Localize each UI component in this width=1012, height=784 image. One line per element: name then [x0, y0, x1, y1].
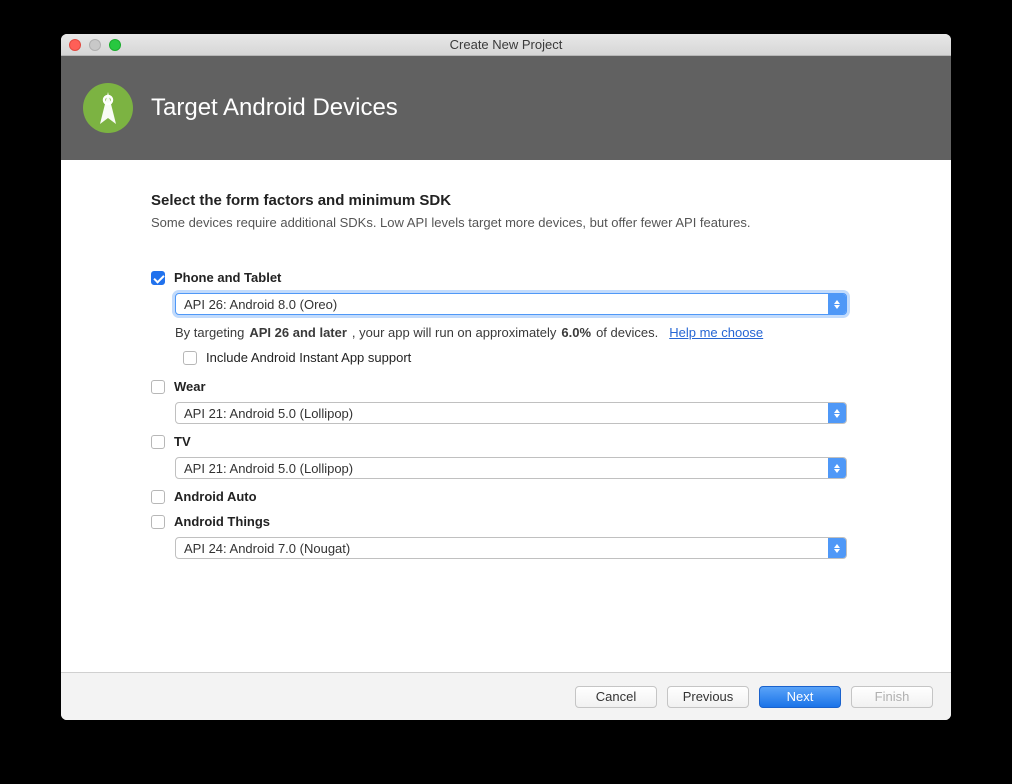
- info-text-suffix: of devices.: [596, 325, 658, 340]
- label-things: Android Things: [174, 514, 270, 529]
- select-value: API 24: Android 7.0 (Nougat): [184, 541, 350, 556]
- chevron-sort-icon: [828, 458, 846, 478]
- section-description: Some devices require additional SDKs. Lo…: [151, 215, 861, 230]
- checkbox-wear[interactable]: [151, 380, 165, 394]
- form-factor-tv: TV API 21: Android 5.0 (Lollipop): [151, 434, 861, 479]
- form-factor-phone-tablet: Phone and Tablet API 26: Android 8.0 (Or…: [151, 270, 861, 365]
- select-wear-api[interactable]: API 21: Android 5.0 (Lollipop): [175, 402, 847, 424]
- section-title: Select the form factors and minimum SDK: [151, 192, 861, 209]
- chevron-sort-icon: [828, 294, 846, 314]
- close-icon[interactable]: [69, 39, 81, 51]
- select-phone-tablet-api[interactable]: API 26: Android 8.0 (Oreo): [175, 293, 847, 315]
- wizard-content: Select the form factors and minimum SDK …: [61, 160, 951, 672]
- wizard-footer: Cancel Previous Next Finish: [61, 672, 951, 720]
- window-title: Create New Project: [450, 37, 563, 52]
- checkbox-instant-app[interactable]: [183, 351, 197, 365]
- select-things-api[interactable]: API 24: Android 7.0 (Nougat): [175, 537, 847, 559]
- android-studio-logo-icon: [83, 83, 133, 133]
- next-button[interactable]: Next: [759, 686, 841, 708]
- cancel-button[interactable]: Cancel: [575, 686, 657, 708]
- checkbox-row-auto: Android Auto: [151, 489, 861, 504]
- window-controls: [69, 39, 121, 51]
- instant-app-row: Include Android Instant App support: [183, 350, 861, 365]
- label-wear: Wear: [174, 379, 206, 394]
- titlebar[interactable]: Create New Project: [61, 34, 951, 56]
- checkbox-things[interactable]: [151, 515, 165, 529]
- label-auto: Android Auto: [174, 489, 257, 504]
- checkbox-phone-tablet[interactable]: [151, 271, 165, 285]
- select-value: API 21: Android 5.0 (Lollipop): [184, 461, 353, 476]
- compass-icon: [86, 86, 130, 130]
- page-title: Target Android Devices: [151, 94, 398, 122]
- label-phone-tablet: Phone and Tablet: [174, 270, 281, 285]
- checkbox-auto[interactable]: [151, 490, 165, 504]
- checkbox-tv[interactable]: [151, 435, 165, 449]
- info-text: By targeting: [175, 325, 244, 340]
- form-factor-wear: Wear API 21: Android 5.0 (Lollipop): [151, 379, 861, 424]
- select-value: API 26: Android 8.0 (Oreo): [184, 297, 337, 312]
- chevron-sort-icon: [828, 538, 846, 558]
- api-coverage-info: By targeting API 26 and later , your app …: [175, 325, 861, 340]
- label-instant-app: Include Android Instant App support: [206, 350, 411, 365]
- select-value: API 21: Android 5.0 (Lollipop): [184, 406, 353, 421]
- finish-button: Finish: [851, 686, 933, 708]
- help-me-choose-link[interactable]: Help me choose: [669, 325, 763, 340]
- minimize-icon[interactable]: [89, 39, 101, 51]
- form-factor-things: Android Things API 24: Android 7.0 (Noug…: [151, 514, 861, 559]
- label-tv: TV: [174, 434, 191, 449]
- wizard-header: Target Android Devices: [61, 56, 951, 160]
- select-tv-api[interactable]: API 21: Android 5.0 (Lollipop): [175, 457, 847, 479]
- info-bold-percent: 6.0%: [561, 325, 591, 340]
- maximize-icon[interactable]: [109, 39, 121, 51]
- chevron-sort-icon: [828, 403, 846, 423]
- checkbox-row-wear: Wear: [151, 379, 861, 394]
- project-wizard-window: Create New Project Target Android Device…: [61, 34, 951, 720]
- checkbox-row-things: Android Things: [151, 514, 861, 529]
- form-factor-auto: Android Auto: [151, 489, 861, 504]
- info-bold-api: API 26 and later: [249, 325, 347, 340]
- checkbox-row-phone-tablet: Phone and Tablet: [151, 270, 861, 285]
- previous-button[interactable]: Previous: [667, 686, 749, 708]
- info-text-mid: , your app will run on approximately: [352, 325, 557, 340]
- checkbox-row-tv: TV: [151, 434, 861, 449]
